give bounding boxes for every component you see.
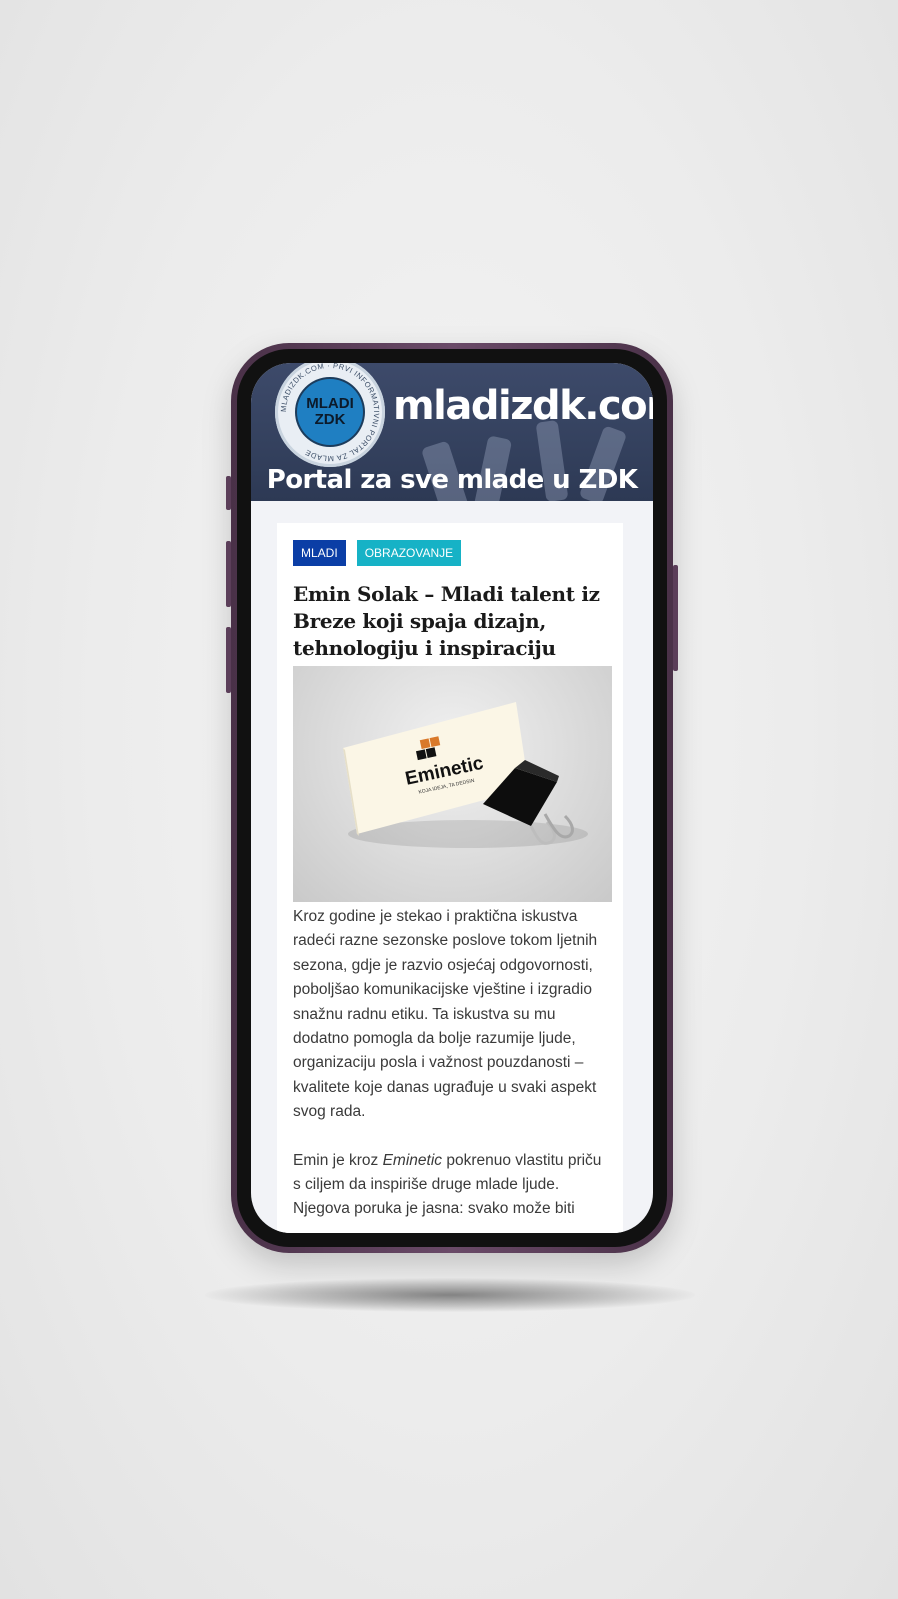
category-tag-obrazovanje[interactable]: OBRAZOVANJE bbox=[356, 540, 462, 566]
power-button bbox=[673, 565, 678, 671]
paragraph-2-start: Emin je kroz bbox=[293, 1151, 383, 1169]
article-image: Eminetic KOJA IDEJA, TA DEDSIN bbox=[293, 666, 612, 902]
site-tagline: Portal za sve mlade u ZDK bbox=[266, 465, 638, 495]
action-button bbox=[226, 476, 231, 510]
category-tags: MLADI OBRAZOVANJE bbox=[293, 540, 462, 566]
logo-text: MLADI ZDK bbox=[306, 395, 354, 428]
logo-emblem: MLADI ZDK bbox=[297, 379, 363, 445]
phone-shadow bbox=[205, 1278, 695, 1312]
volume-down-button bbox=[226, 627, 231, 693]
phone-mockup: MLADIZDK.COM · PRVI INFORMATIVNI PORTAL … bbox=[226, 343, 678, 1253]
business-card-illustration: Eminetic KOJA IDEJA, TA DEDSIN bbox=[343, 702, 588, 848]
article-title: Emin Solak – Mladi talent iz Breze koji … bbox=[293, 582, 600, 660]
article-body: Kroz godine je stekao i praktična iskust… bbox=[293, 905, 613, 1233]
site-name[interactable]: mladizdk.com bbox=[393, 383, 653, 429]
site-banner[interactable]: MLADIZDK.COM · PRVI INFORMATIVNI PORTAL … bbox=[251, 363, 653, 501]
category-tag-mladi[interactable]: MLADI bbox=[293, 540, 346, 566]
article-paragraph-1: Kroz godine je stekao i praktična iskust… bbox=[293, 908, 598, 1121]
article-card: MLADI OBRAZOVANJE Emin Solak – Mladi tal… bbox=[277, 523, 623, 1233]
phone-screen[interactable]: MLADIZDK.COM · PRVI INFORMATIVNI PORTAL … bbox=[251, 363, 653, 1233]
site-logo[interactable]: MLADIZDK.COM · PRVI INFORMATIVNI PORTAL … bbox=[275, 363, 385, 467]
brand-mention: Eminetic bbox=[382, 1151, 443, 1169]
volume-up-button bbox=[226, 541, 231, 607]
article-paragraph-2: Emin je kroz Eminetic pokrenuo vlastitu … bbox=[293, 1149, 613, 1222]
phone-bezel: MLADIZDK.COM · PRVI INFORMATIVNI PORTAL … bbox=[237, 349, 667, 1247]
